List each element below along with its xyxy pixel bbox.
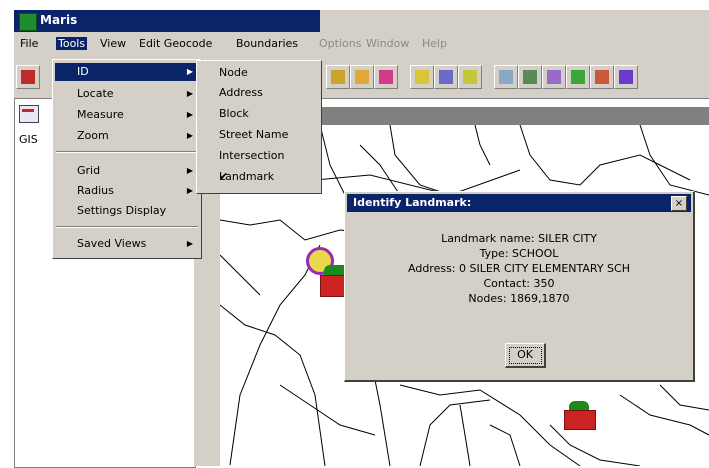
toolbar-button-11[interactable]: [590, 65, 614, 89]
landmark-address-text: Address: 0 SILER CITY ELEMENTARY SCH: [408, 262, 630, 275]
school-landmark-icon-2[interactable]: [564, 401, 596, 430]
tools-menu-item-grid[interactable]: Grid: [77, 163, 100, 179]
menu-tools[interactable]: Tools: [56, 37, 88, 50]
menu-window[interactable]: Window: [366, 37, 409, 50]
toolbar-button-9[interactable]: [542, 65, 566, 89]
submenu-arrow-icon: ▶: [186, 67, 193, 76]
pin-icon: [331, 70, 345, 84]
id-submenu: Node Address Block Street Name Intersect…: [196, 60, 322, 194]
dialog-title-bar: Identify Landmark: ×: [347, 194, 691, 212]
pencil-icon: [355, 70, 369, 84]
tools-menu-item-id[interactable]: ID: [77, 64, 89, 80]
tools-menu-item-locate[interactable]: Locate: [77, 86, 114, 102]
toolbar-button-5[interactable]: [434, 65, 458, 89]
id-submenu-item-intersection[interactable]: Intersection: [219, 148, 284, 164]
tools-menu-item-zoom[interactable]: Zoom: [77, 128, 109, 144]
map-icon: [19, 105, 39, 123]
toolbar-button-12[interactable]: [614, 65, 638, 89]
submenu-arrow-icon: ▶: [186, 186, 193, 195]
id-submenu-item-landmark[interactable]: Landmark: [219, 169, 274, 185]
toolbar-button-6[interactable]: [458, 65, 482, 89]
toolbar-button-8[interactable]: [518, 65, 542, 89]
menu-options[interactable]: Options: [319, 37, 361, 50]
tree-root-label[interactable]: GIS: [19, 133, 38, 146]
bolt-icon: [463, 70, 477, 84]
id-submenu-item-address[interactable]: Address: [219, 85, 263, 101]
window-title: Maris: [40, 13, 78, 27]
title-bar: Maris: [14, 10, 320, 32]
submenu-arrow-icon: ▶: [186, 89, 193, 98]
line-icon: [439, 70, 453, 84]
layer-up-icon: [523, 70, 537, 84]
menu-file[interactable]: File: [20, 37, 38, 50]
close-icon[interactable]: ×: [671, 196, 687, 211]
menu-view[interactable]: View: [100, 37, 126, 50]
id-submenu-item-street-name[interactable]: Street Name: [219, 127, 288, 143]
submenu-arrow-icon: ▶: [186, 131, 193, 140]
menu-separator: [56, 151, 198, 153]
title-bar-fill: [320, 10, 709, 32]
landmark-contact-text: Contact: 350: [483, 277, 555, 290]
landmark-name-text: Landmark name: SILER CITY: [441, 232, 597, 245]
menu-boundaries[interactable]: Boundaries: [236, 37, 298, 50]
hammer-icon: [415, 70, 429, 84]
tools-menu-item-saved-views[interactable]: Saved Views: [77, 236, 146, 252]
tools-menu-item-radius[interactable]: Radius: [77, 183, 114, 199]
arrow-icon: [379, 70, 393, 84]
id-submenu-item-node[interactable]: Node: [219, 65, 248, 81]
submenu-arrow-icon: ▶: [186, 239, 193, 248]
toolbar-button-1[interactable]: [326, 65, 350, 89]
toolbar-button-10[interactable]: [566, 65, 590, 89]
toolbar-button-4[interactable]: [410, 65, 434, 89]
layer-path-icon: [619, 70, 633, 84]
open-icon: [21, 70, 35, 84]
layer-edit-icon: [571, 70, 585, 84]
submenu-arrow-icon: ▶: [186, 166, 193, 175]
app-icon: [19, 13, 37, 31]
menu-bar: File Tools View Edit Geocode Boundaries …: [14, 32, 709, 58]
dialog-title: Identify Landmark:: [353, 196, 472, 209]
submenu-arrow-icon: ▶: [186, 110, 193, 119]
toolbar-button-3[interactable]: [374, 65, 398, 89]
layer-select-icon: [547, 70, 561, 84]
tools-menu-item-measure[interactable]: Measure: [77, 107, 124, 123]
layer-icon: [499, 70, 513, 84]
toolbar-button-7[interactable]: [494, 65, 518, 89]
id-submenu-item-block[interactable]: Block: [219, 106, 249, 122]
toolbar-button-2[interactable]: [350, 65, 374, 89]
ok-button[interactable]: OK: [505, 343, 546, 368]
layer-route-icon: [595, 70, 609, 84]
menu-help[interactable]: Help: [422, 37, 447, 50]
tools-menu: ID ▶ Locate ▶ Measure ▶ Zoom ▶ Grid ▶ Ra…: [52, 59, 202, 259]
landmark-type-text: Type: SCHOOL: [479, 247, 559, 260]
menu-separator: [56, 226, 198, 228]
identify-landmark-dialog: Identify Landmark: × Landmark name: SILE…: [344, 191, 695, 382]
toolbar-button-open[interactable]: [16, 65, 40, 89]
tools-menu-item-settings-display[interactable]: Settings Display: [77, 203, 166, 219]
menu-edit-geocode[interactable]: Edit Geocode: [139, 37, 212, 50]
landmark-nodes-text: Nodes: 1869,1870: [468, 292, 570, 305]
